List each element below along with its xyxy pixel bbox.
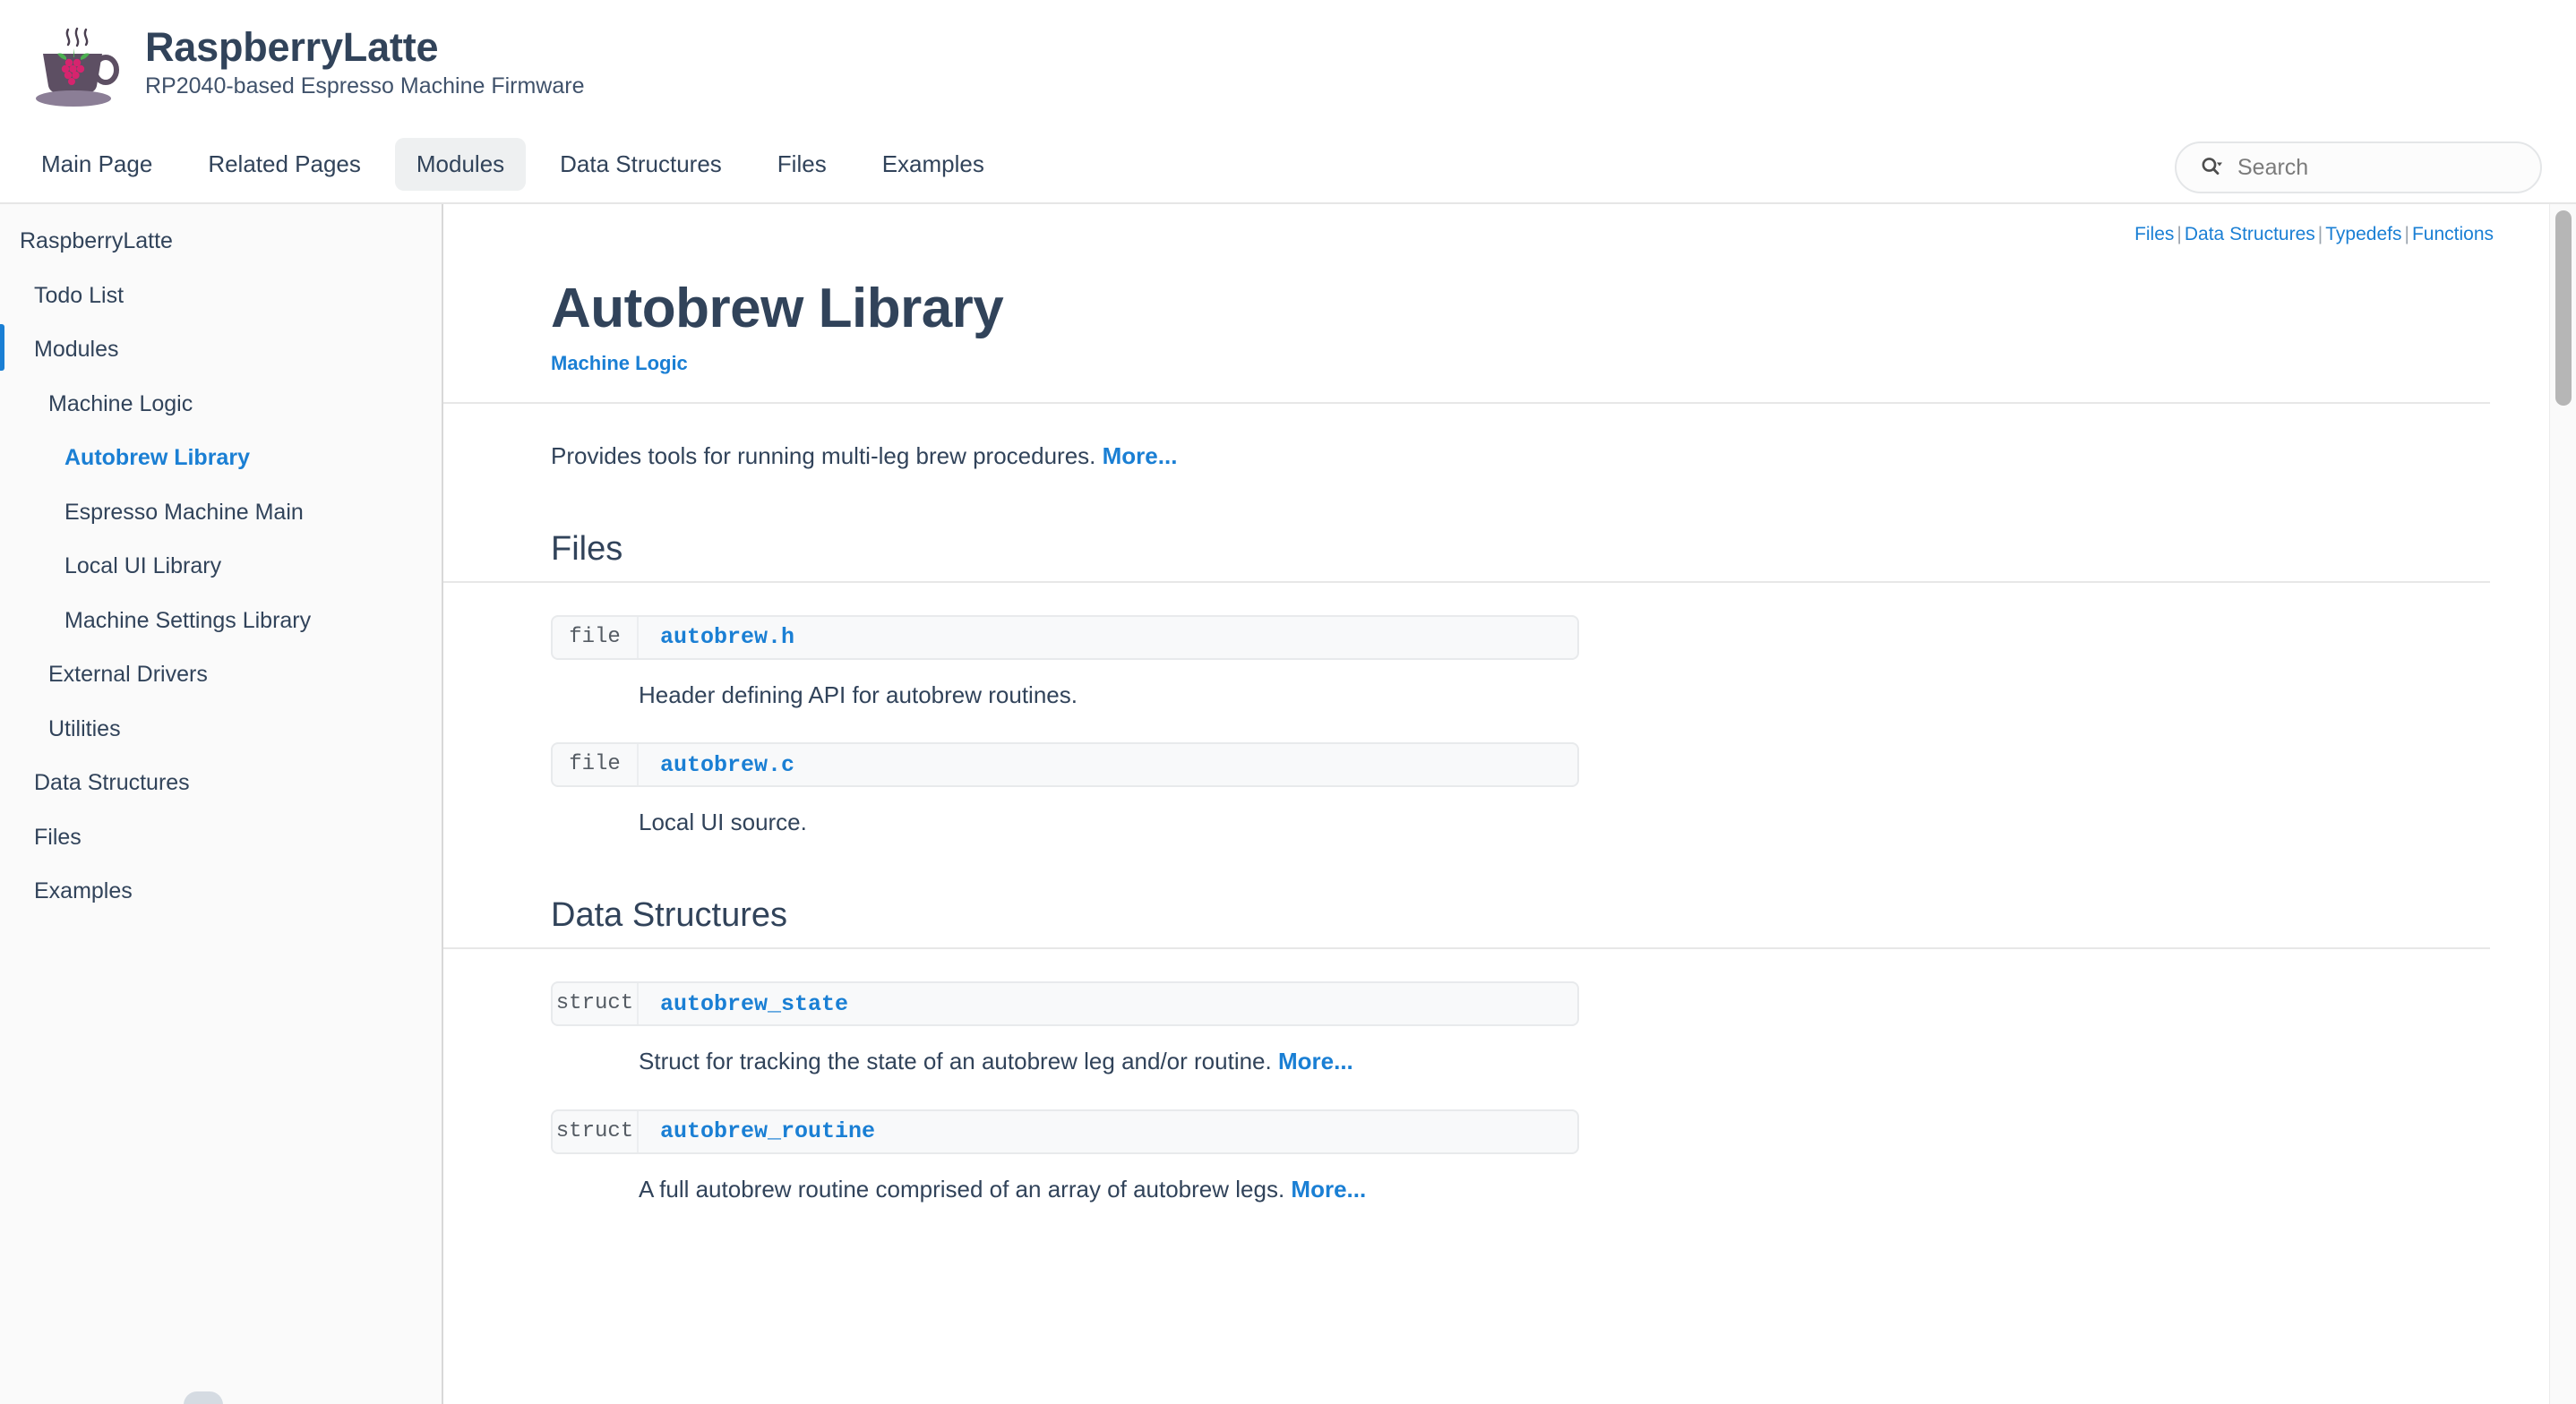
sidebar-item-raspberrylatte[interactable]: RaspberryLatte: [0, 220, 442, 263]
entry-description-text: Header defining API for autobrew routine…: [639, 681, 1078, 708]
entry-more-link[interactable]: More...: [1291, 1176, 1366, 1203]
sidebar-item-todo-list[interactable]: Todo List: [0, 275, 442, 318]
section-divider: [443, 580, 2490, 583]
summary-link-data-structures[interactable]: Data Structures: [2185, 224, 2315, 244]
sidebar-item-modules[interactable]: Modules: [0, 329, 442, 372]
entry-more-link[interactable]: More...: [1278, 1048, 1353, 1074]
page-title: Autobrew Library: [551, 278, 1004, 339]
search-input[interactable]: Search: [2237, 155, 2308, 181]
sidebar-selection-indicator: [0, 324, 4, 371]
entry-row-autobrew-c[interactable]: file autobrew.c: [551, 742, 1579, 788]
list-item: struct autobrew_routine A full autobrew …: [551, 1109, 2490, 1205]
sidebar-item-external-drivers[interactable]: External Drivers: [0, 654, 442, 697]
sidebar-item-local-ui-library[interactable]: Local UI Library: [0, 545, 442, 588]
entry-description-text: A full autobrew routine comprised of an …: [639, 1175, 1285, 1203]
module-description: Provides tools for running multi-leg bre…: [551, 441, 2490, 472]
entry-row-autobrew-routine[interactable]: struct autobrew_routine: [551, 1109, 1579, 1154]
project-brief: RP2040-based Espresso Machine Firmware: [145, 73, 585, 99]
search-icon: [2202, 158, 2222, 176]
entry-name-link[interactable]: autobrew.h: [639, 624, 794, 650]
tab-main-page[interactable]: Main Page: [20, 138, 174, 191]
tab-data-structures[interactable]: Data Structures: [538, 138, 743, 191]
entry-keyword: struct: [553, 1110, 639, 1152]
summary-link-typedefs[interactable]: Typedefs: [2325, 224, 2401, 244]
list-item: file autobrew.c Local UI source.: [551, 742, 2490, 838]
entry-keyword: file: [553, 744, 639, 786]
site-header: RaspberryLatte RP2040-based Espresso Mac…: [0, 0, 2576, 125]
section-divider: [443, 947, 2490, 950]
sidebar-item-machine-logic[interactable]: Machine Logic: [0, 383, 442, 426]
section-heading-files: Files: [551, 529, 623, 568]
entry-description-text: Struct for tracking the state of an auto…: [639, 1048, 1272, 1075]
summary-separator: |: [2317, 224, 2323, 244]
summary-separator: |: [2404, 224, 2409, 244]
section-heading-data-structures: Data Structures: [551, 896, 787, 935]
summary-link-files[interactable]: Files: [2134, 224, 2174, 244]
sidebar-item-utilities[interactable]: Utilities: [0, 708, 442, 751]
project-name: RaspberryLatte: [145, 24, 439, 71]
entry-description: Header defining API for autobrew routine…: [551, 681, 2490, 711]
entry-name-link[interactable]: autobrew_state: [639, 991, 848, 1017]
sidebar-item-files[interactable]: Files: [0, 817, 442, 860]
entry-keyword: file: [553, 616, 639, 658]
summary-link-functions[interactable]: Functions: [2412, 224, 2494, 244]
sidebar-navigation-tree: RaspberryLatte Todo List Modules Machine…: [0, 204, 443, 1404]
list-item: file autobrew.h Header defining API for …: [551, 614, 2490, 711]
entry-row-autobrew-h[interactable]: file autobrew.h: [551, 614, 1579, 660]
sidebar-item-machine-settings-library[interactable]: Machine Settings Library: [0, 600, 442, 643]
coffee-cup-raspberry-logo-icon: [36, 27, 119, 107]
nav-tab-list: Main Page Related Pages Modules Data Str…: [0, 137, 1018, 191]
title-divider: [443, 402, 2490, 405]
sidebar-item-autobrew-library[interactable]: Autobrew Library: [0, 437, 442, 480]
main-content: Files | Data Structures | Typedefs | Functions…: [443, 204, 2576, 1404]
tab-examples[interactable]: Examples: [861, 138, 1006, 191]
vertical-scrollbar[interactable]: [2549, 204, 2576, 1404]
summary-link-bar: Files | Data Structures | Typedefs | Functions: [443, 204, 2535, 245]
sidebar-resize-handle[interactable]: [184, 1391, 223, 1404]
entry-name-link[interactable]: autobrew.c: [639, 752, 794, 778]
content-inner: Autobrew Library Machine Logic Provides …: [443, 279, 2535, 1205]
entry-description-text: Local UI source.: [639, 809, 807, 836]
entry-keyword: struct: [553, 983, 639, 1025]
list-item: struct autobrew_state Struct for trackin…: [551, 981, 2490, 1077]
module-description-more-link[interactable]: More...: [1103, 442, 1178, 469]
sidebar-item-espresso-machine-main[interactable]: Espresso Machine Main: [0, 492, 442, 535]
entry-description: Struct for tracking the state of an auto…: [551, 1047, 2490, 1077]
entry-row-autobrew-state[interactable]: struct autobrew_state: [551, 981, 1579, 1027]
main-navbar: Main Page Related Pages Modules Data Str…: [0, 125, 2576, 204]
header-titles: RaspberryLatte RP2040-based Espresso Mac…: [145, 26, 585, 99]
page-subtitle-link[interactable]: Machine Logic: [551, 352, 2490, 375]
body-split: RaspberryLatte Todo List Modules Machine…: [0, 204, 2576, 1404]
entry-description: Local UI source.: [551, 808, 2490, 838]
search-box[interactable]: Search: [2175, 141, 2542, 193]
scrollbar-thumb[interactable]: [2555, 210, 2572, 406]
sidebar-item-examples[interactable]: Examples: [0, 870, 442, 913]
entry-name-link[interactable]: autobrew_routine: [639, 1118, 875, 1144]
tab-related-pages[interactable]: Related Pages: [186, 138, 382, 191]
tab-files[interactable]: Files: [756, 138, 848, 191]
summary-separator: |: [2177, 224, 2182, 244]
sidebar-item-data-structures[interactable]: Data Structures: [0, 762, 442, 805]
module-description-text: Provides tools for running multi-leg bre…: [551, 442, 1096, 470]
tab-modules[interactable]: Modules: [394, 137, 527, 191]
entry-description: A full autobrew routine comprised of an …: [551, 1175, 2490, 1205]
